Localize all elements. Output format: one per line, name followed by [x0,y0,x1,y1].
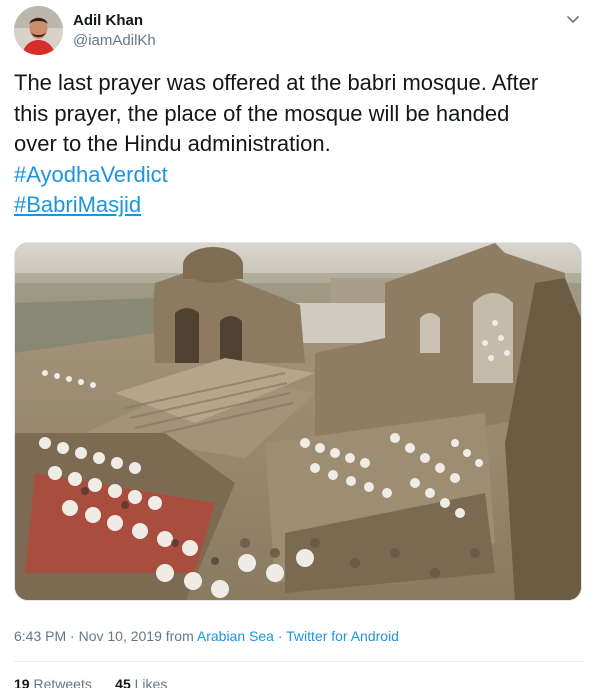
avatar[interactable] [14,6,63,55]
tweet-text-line: this prayer, the place of the mosque wil… [14,100,510,126]
tweet-text: The last prayer was offered at the babri… [14,68,584,221]
author-handle[interactable]: @iamAdilKh [73,32,156,49]
likes-label[interactable]: Likes [135,676,168,688]
tweet-timestamp[interactable]: 6:43 PM · Nov 10, 2019 from [14,628,197,644]
divider [14,661,584,662]
meta-separator: · [273,628,287,644]
photo-scene [15,243,581,600]
tweet-header: Adil Khan @iamAdilKh [14,6,584,58]
tweet-stats: 19 Retweets 45 Likes [14,676,167,688]
chevron-down-icon[interactable] [564,10,582,28]
author-name[interactable]: Adil Khan [73,12,143,29]
likes-count[interactable]: 45 [115,676,131,688]
retweets-count[interactable]: 19 [14,676,30,688]
location-link[interactable]: Arabian Sea [197,628,274,644]
source-link[interactable]: Twitter for Android [286,628,399,644]
tweet-card: Adil Khan @iamAdilKh The last prayer was… [0,0,597,688]
tweet-photo[interactable] [14,242,582,601]
hashtag-link[interactable]: #BabriMasjid [14,190,584,221]
hashtag-link[interactable]: #AyodhaVerdict [14,160,584,191]
tweet-text-line: The last prayer was offered at the babri… [14,70,539,95]
tweet-text-line: over to the Hindu administration. [14,131,331,156]
retweets-label[interactable]: Retweets [33,676,91,688]
tweet-metadata: 6:43 PM · Nov 10, 2019 from Arabian Sea … [14,628,399,644]
